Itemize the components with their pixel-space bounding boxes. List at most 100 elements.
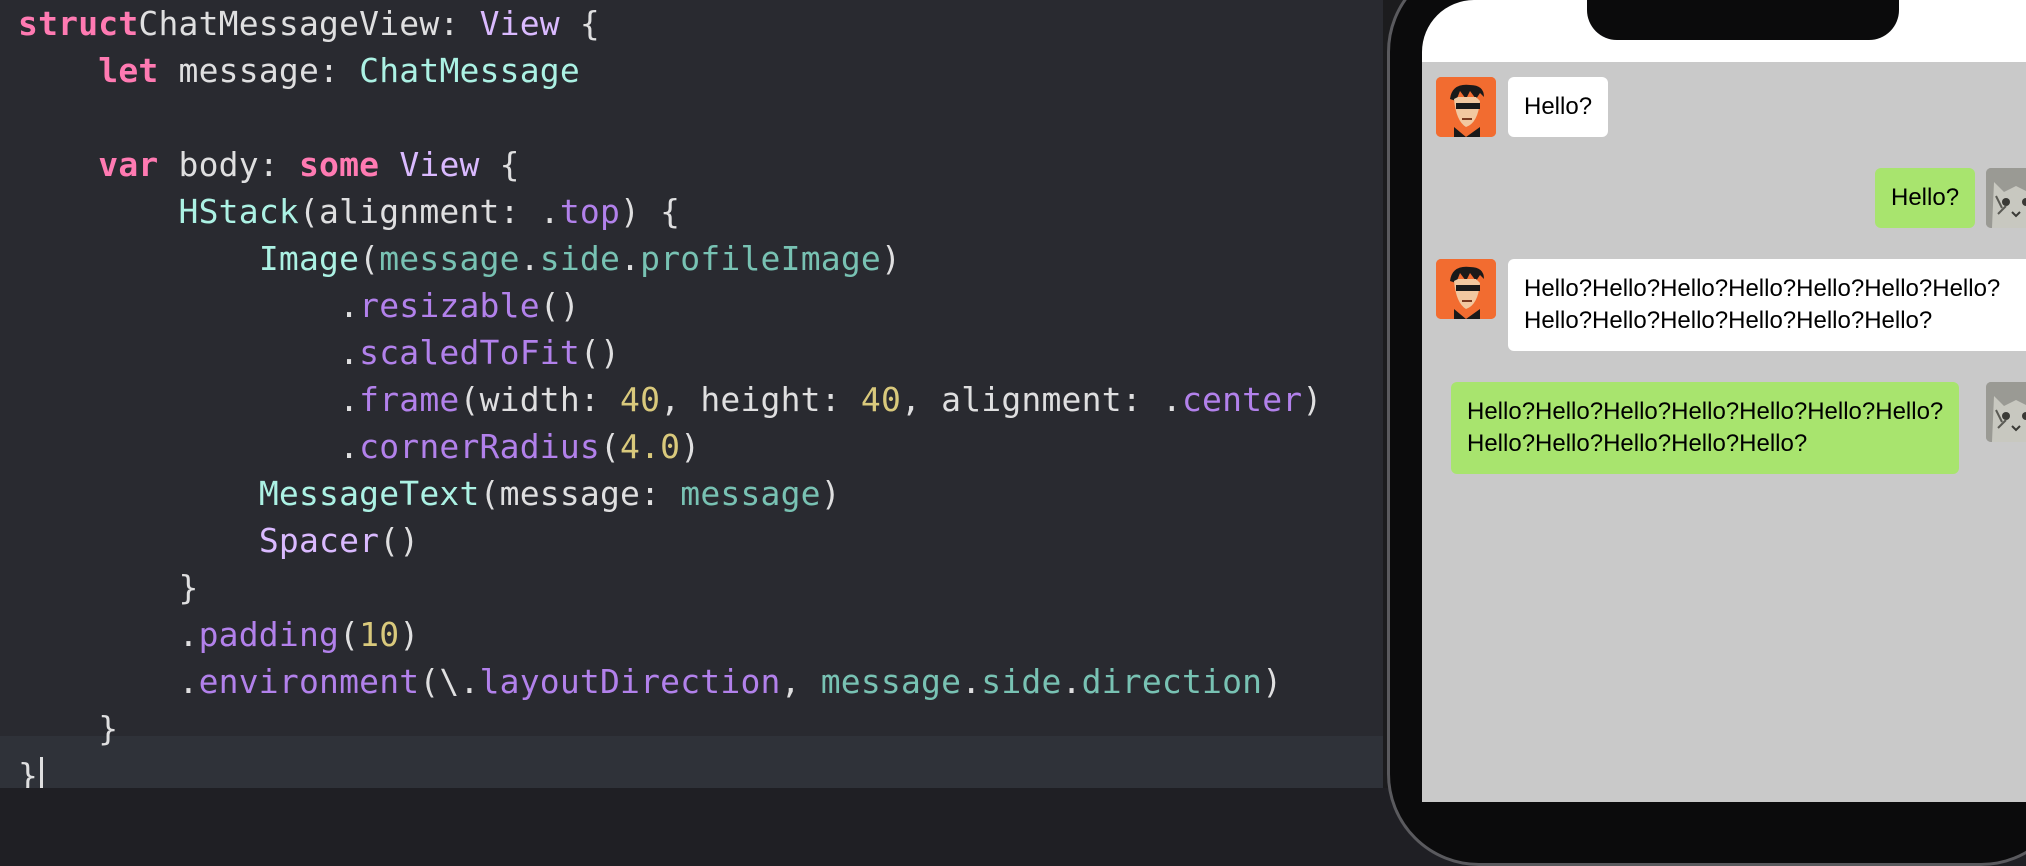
code-line: let message: ChatMessage <box>18 47 1322 94</box>
code-token: ) <box>820 474 841 513</box>
code-token: . <box>18 333 360 372</box>
cartoon-man-sunglasses-icon <box>1436 259 1496 319</box>
source-code[interactable]: structChatMessageView: View { let messag… <box>18 0 1322 788</box>
code-token: { <box>559 4 600 43</box>
code-token: ChatMessage <box>359 51 580 90</box>
code-token: . <box>18 615 199 654</box>
profile-avatar-right <box>1986 168 2026 228</box>
code-token: message <box>680 474 821 513</box>
code-token: 10 <box>359 615 400 654</box>
code-token: View <box>399 145 480 184</box>
gray-cat-icon <box>1986 382 2026 442</box>
code-line: structChatMessageView: View { <box>18 0 1322 47</box>
code-editor[interactable]: structChatMessageView: View { let messag… <box>0 0 1383 788</box>
message-bubble: Hello?Hello?Hello?Hello?Hello?Hello?Hell… <box>1508 259 2026 351</box>
profile-avatar-left <box>1436 77 1496 137</box>
code-token: ChatMessageView: <box>138 4 480 43</box>
code-token: cornerRadius <box>359 427 600 466</box>
code-token: (alignment: . <box>298 192 560 231</box>
code-token: some <box>298 145 380 184</box>
code-token: View <box>479 4 560 43</box>
code-line: var body: some View { <box>18 141 1322 188</box>
code-token: ) <box>680 427 701 466</box>
code-line: MessageText(message: message) <box>18 470 1322 517</box>
code-token: side <box>539 239 621 278</box>
code-line: } <box>18 564 1322 611</box>
code-line: .environment(\.layoutDirection, message.… <box>18 658 1322 705</box>
code-token: { <box>479 145 520 184</box>
code-token: () <box>379 521 420 560</box>
code-line: HStack(alignment: .top) { <box>18 188 1322 235</box>
code-token: side <box>981 662 1062 701</box>
code-token: . <box>18 662 199 701</box>
code-token: () <box>579 333 621 372</box>
code-token: () <box>539 286 580 325</box>
code-token: } <box>18 568 199 607</box>
code-line: .frame(width: 40, height: 40, alignment:… <box>18 376 1322 423</box>
code-line: .resizable() <box>18 282 1322 329</box>
code-line: .padding(10) <box>18 611 1322 658</box>
code-token: profileImage <box>640 239 881 278</box>
code-token: , alignment: . <box>901 380 1182 419</box>
code-token: ) <box>399 615 420 654</box>
code-token: MessageText <box>258 474 480 513</box>
code-token: (width: <box>459 380 621 419</box>
code-token: ) <box>880 239 902 278</box>
code-token: Image <box>258 239 360 278</box>
code-token: ( <box>359 239 380 278</box>
code-token: struct <box>18 4 139 43</box>
message-bubble: Hello?Hello?Hello?Hello?Hello?Hello?Hell… <box>1451 382 1960 474</box>
device-notch <box>1587 0 1899 40</box>
code-token: message <box>379 239 520 278</box>
code-token: top <box>559 192 621 231</box>
code-token: let <box>98 51 159 90</box>
code-token: message <box>820 662 962 701</box>
code-token: body: <box>158 145 299 184</box>
code-token: ) { <box>620 192 681 231</box>
code-token: layoutDirection <box>479 662 781 701</box>
code-token: . <box>18 286 360 325</box>
text-cursor <box>40 757 44 788</box>
code-token: . <box>1061 662 1082 701</box>
code-token: padding <box>198 615 340 654</box>
code-token: 40 <box>620 380 661 419</box>
code-token: (\. <box>419 662 480 701</box>
code-line: } <box>18 705 1322 752</box>
code-token: scaledToFit <box>359 333 580 372</box>
code-token: . <box>519 239 540 278</box>
code-token: frame <box>359 380 460 419</box>
code-token: , <box>780 662 821 701</box>
code-token: ) <box>1302 380 1323 419</box>
code-token: center <box>1181 380 1303 419</box>
code-token: direction <box>1081 662 1263 701</box>
message-bubble: Hello? <box>1508 77 1609 137</box>
code-token: ( <box>599 427 621 466</box>
code-token: } <box>18 756 39 788</box>
message-bubble: Hello? <box>1875 168 1976 228</box>
code-line: .scaledToFit() <box>18 329 1322 376</box>
code-token: ) <box>1262 662 1283 701</box>
code-token: . <box>18 427 360 466</box>
code-line: } <box>18 752 1322 788</box>
profile-avatar-right <box>1986 382 2026 442</box>
code-token: resizable <box>359 286 540 325</box>
code-line: Spacer() <box>18 517 1322 564</box>
code-token: HStack <box>178 192 299 231</box>
code-token: } <box>18 709 119 748</box>
profile-avatar-left <box>1436 259 1496 319</box>
code-line: .cornerRadius(4.0) <box>18 423 1322 470</box>
code-token: 4.0 <box>620 427 681 466</box>
code-token: 40 <box>860 380 902 419</box>
code-line: Image(message.side.profileImage) <box>18 235 1322 282</box>
code-token: . <box>18 380 360 419</box>
code-token: , height: <box>660 380 861 419</box>
code-token: . <box>620 239 641 278</box>
